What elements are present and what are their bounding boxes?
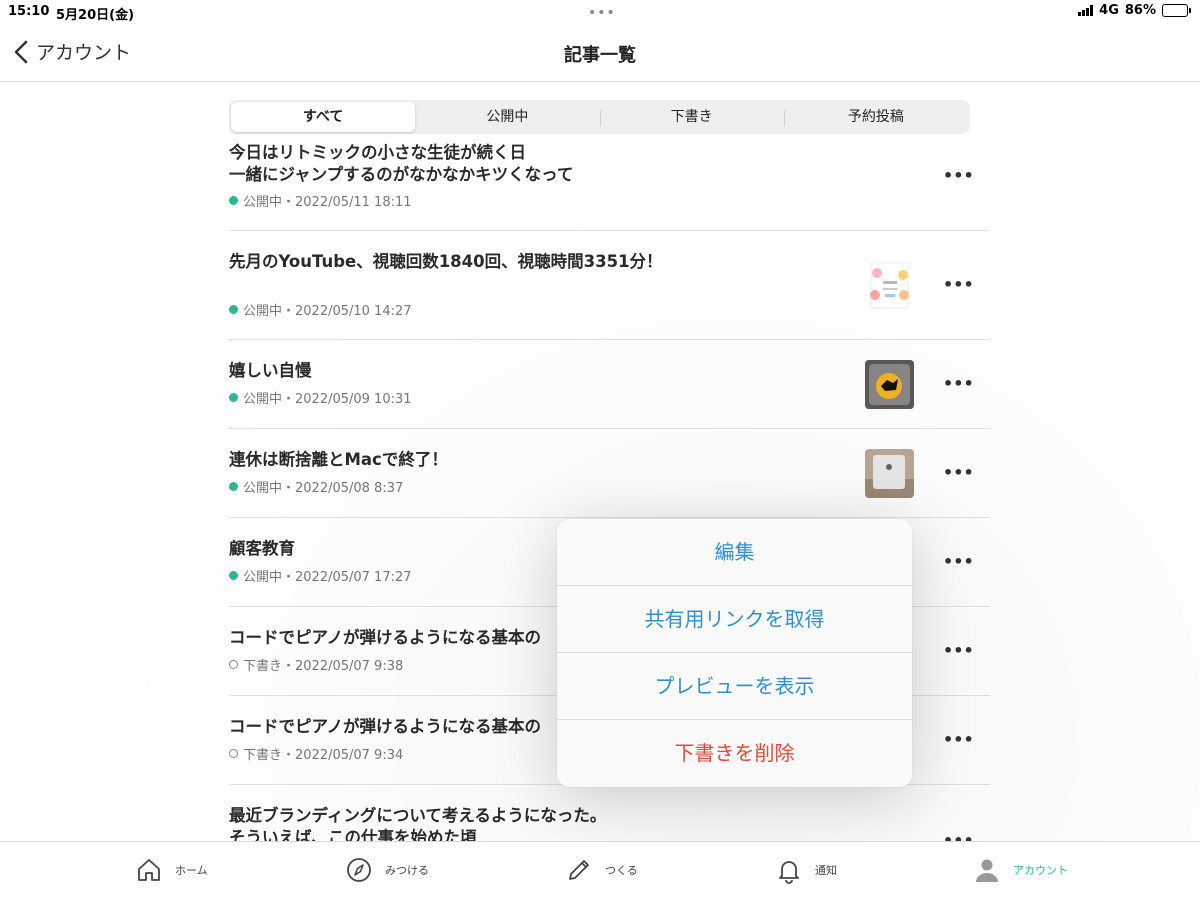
article-meta-text: 下書き・2022/05/07 9:34 (243, 748, 404, 763)
tab-published[interactable]: 公開中 (415, 102, 599, 132)
context-menu: 編集 共有用リンクを取得 プレビューを表示 下書きを削除 (557, 519, 912, 787)
list-item[interactable]: 連休は断捨離とMacで終了！ 公開中・2022/05/08 8:37 ••• (229, 429, 990, 518)
more-options-button[interactable]: ••• (943, 641, 974, 660)
filter-tabs: すべて 公開中 下書き 予約投稿 (229, 100, 970, 134)
article-meta-text: 公開中・2022/05/07 17:27 (243, 570, 412, 585)
pencil-icon (569, 860, 589, 880)
article-meta-text: 公開中・2022/05/09 10:31 (243, 392, 412, 407)
article-meta: 下書き・2022/05/07 9:38 (229, 655, 403, 674)
list-item[interactable]: 嬉しい自慢 公開中・2022/05/09 10:31 ••• (229, 340, 990, 429)
article-title: コードでピアノが弾けるようになる基本の (229, 628, 542, 647)
tab-all[interactable]: すべて (231, 102, 416, 132)
bottom-tab-bar: ホーム みつける つくる 通知 アカウント (0, 841, 1200, 900)
article-title-line2: 一緒にジャンプするのがなかなかキツくなって (229, 165, 574, 184)
article-title: 最近ブランディングについて考えるようになった。 (229, 806, 607, 825)
delete-draft-menu-item[interactable]: 下書きを削除 (557, 720, 912, 787)
published-dot-icon (229, 571, 238, 580)
article-meta: 公開中・2022/05/08 8:37 (229, 477, 403, 496)
more-options-button[interactable]: ••• (943, 463, 974, 482)
more-options-button[interactable]: ••• (943, 552, 974, 571)
article-meta: 公開中・2022/05/10 14:27 (229, 300, 412, 319)
thumbnail-image (865, 360, 914, 409)
article-meta: 下書き・2022/05/07 9:34 (229, 744, 403, 763)
article-meta-text: 公開中・2022/05/11 18:11 (243, 195, 412, 210)
more-options-button[interactable]: ••• (943, 166, 974, 185)
article-meta-text: 公開中・2022/05/08 8:37 (243, 481, 404, 496)
preview-menu-item[interactable]: プレビューを表示 (557, 653, 912, 720)
tab-account[interactable]: アカウント (973, 856, 1068, 884)
tab-drafts[interactable]: 下書き (599, 102, 784, 132)
article-title: 今日はリトミックの小さな生徒が続く日 (229, 143, 526, 162)
status-right: 4G 86% (1078, 3, 1191, 18)
published-dot-icon (229, 482, 238, 491)
article-title: 連休は断捨離とMacで終了！ (229, 450, 448, 469)
published-dot-icon (229, 305, 238, 314)
cell-signal-icon (1078, 5, 1094, 16)
multitasking-dots-icon[interactable]: ••• (588, 5, 616, 21)
tab-discover-label: みつける (385, 864, 429, 877)
home-icon (138, 859, 160, 881)
status-bar: 15:10 5月20日(金) ••• 4G 86% (0, 0, 1200, 24)
battery-percent: 86% (1124, 3, 1156, 18)
draft-dot-icon (229, 749, 238, 758)
article-title: 先月のYouTube、視聴回数1840回、視聴時間3351分！ (229, 252, 663, 271)
edit-menu-item[interactable]: 編集 (557, 519, 912, 586)
share-link-menu-item[interactable]: 共有用リンクを取得 (557, 586, 912, 653)
status-time: 15:10 (8, 4, 50, 19)
battery-icon (1162, 4, 1191, 17)
published-dot-icon (229, 196, 238, 205)
article-thumbnail (865, 360, 914, 409)
thumbnail-image (865, 449, 914, 498)
tab-account-label: アカウント (1013, 864, 1068, 877)
article-meta: 公開中・2022/05/07 17:27 (229, 566, 412, 585)
article-meta-text: 下書き・2022/05/07 9:38 (243, 659, 404, 674)
article-title: 顧客教育 (229, 539, 295, 558)
list-item[interactable]: 最近ブランディングについて考えるようになった。 そういえば、この仕事を始めた頃 … (229, 785, 990, 845)
status-date: 5月20日(金) (56, 8, 135, 23)
tab-scheduled[interactable]: 予約投稿 (783, 102, 968, 132)
article-title: 嬉しい自慢 (229, 361, 312, 380)
article-meta: 公開中・2022/05/09 10:31 (229, 388, 412, 407)
article-meta: 公開中・2022/05/11 18:11 (229, 191, 412, 210)
list-item[interactable]: 今日はリトミックの小さな生徒が続く日 一緒にジャンプするのがなかなかキツくなって… (229, 140, 990, 231)
tab-home-label: ホーム (175, 864, 208, 877)
page-title: 記事一覧 (564, 45, 636, 66)
tab-create-label: つくる (605, 864, 638, 877)
network-type: 4G (1099, 3, 1119, 18)
tab-notifications-label: 通知 (815, 864, 837, 877)
compass-icon (347, 858, 371, 882)
list-item[interactable]: 先月のYouTube、視聴回数1840回、視聴時間3351分！ 公開中・2022… (229, 231, 990, 340)
draft-dot-icon (229, 660, 238, 669)
article-thumbnail (865, 261, 914, 310)
tab-create[interactable]: つくる (565, 856, 638, 884)
tab-notifications[interactable]: 通知 (775, 856, 837, 884)
article-meta-text: 公開中・2022/05/10 14:27 (243, 304, 412, 319)
article-thumbnail (865, 449, 914, 498)
navigation-bar: アカウント 記事一覧 (0, 24, 1200, 82)
person-icon (976, 859, 998, 882)
thumbnail-image (870, 262, 909, 309)
article-title: コードでピアノが弾けるようになる基本の (229, 717, 542, 736)
tab-discover[interactable]: みつける (345, 856, 429, 884)
published-dot-icon (229, 393, 238, 402)
bell-icon (779, 861, 799, 884)
more-options-button[interactable]: ••• (943, 275, 974, 294)
more-options-button[interactable]: ••• (943, 374, 974, 393)
more-options-button[interactable]: ••• (943, 730, 974, 749)
tab-home[interactable]: ホーム (135, 856, 208, 884)
